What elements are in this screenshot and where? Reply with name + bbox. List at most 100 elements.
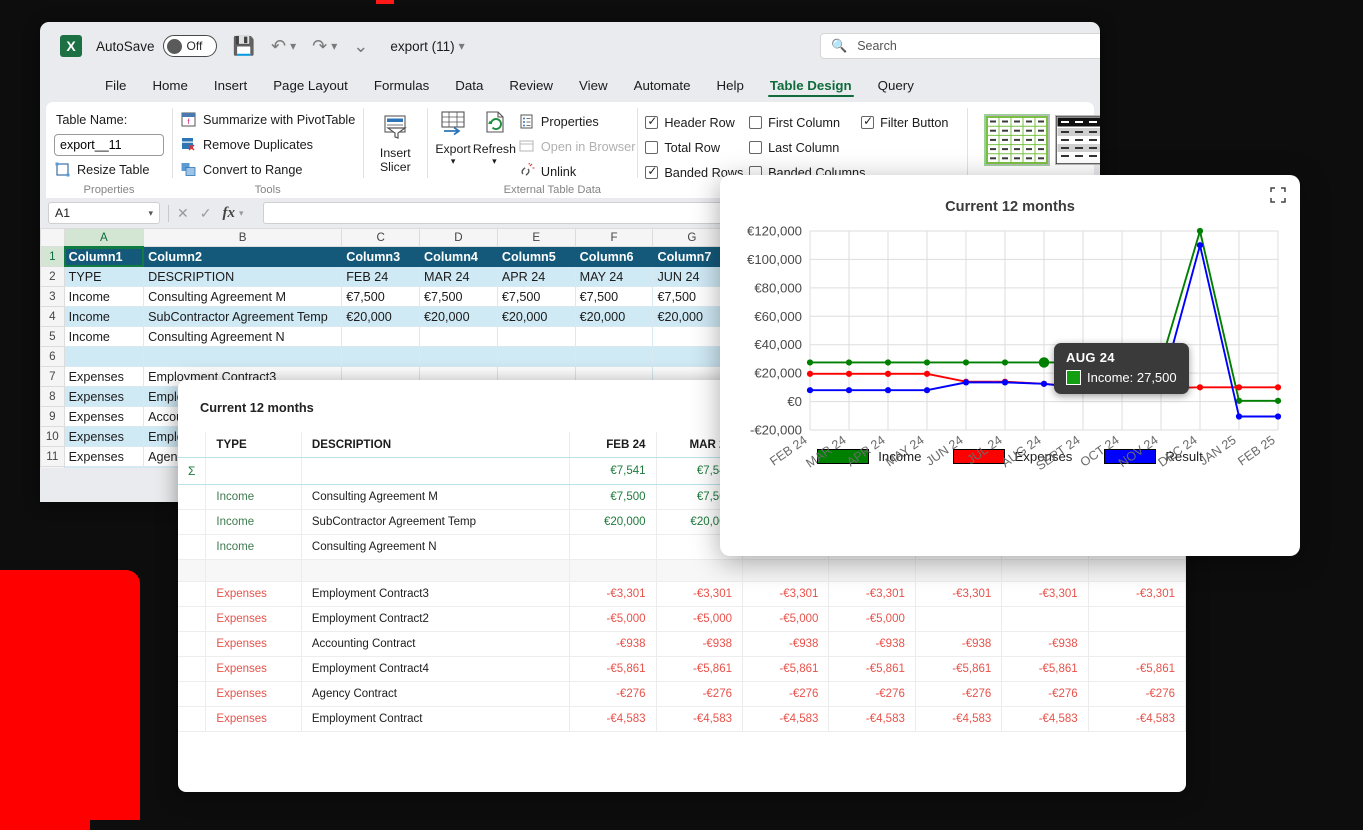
row-header-5[interactable]: 5 — [40, 326, 65, 347]
cell-F3[interactable]: €7,500 — [574, 286, 654, 307]
cell-E5[interactable] — [496, 326, 576, 347]
cell-D1[interactable]: Column4 — [419, 246, 498, 267]
document-title-dropdown-icon[interactable]: ▾ — [459, 39, 465, 53]
col-header-D[interactable]: D — [419, 228, 498, 247]
unlink-label[interactable]: Unlink — [541, 165, 576, 179]
expand-fullscreen-icon[interactable] — [1270, 187, 1286, 203]
tab-formulas[interactable]: Formulas — [361, 76, 442, 98]
banded-rows-checkbox[interactable] — [645, 164, 659, 179]
cell-C2[interactable]: FEB 24 — [341, 266, 421, 287]
tab-page-layout[interactable]: Page Layout — [260, 76, 361, 98]
redo-dropdown-icon[interactable]: ▾ — [331, 39, 337, 53]
tab-data[interactable]: Data — [442, 76, 496, 98]
table-name-input[interactable] — [54, 133, 164, 156]
cell-A7[interactable]: Expenses — [63, 366, 145, 387]
cell-D6[interactable] — [419, 346, 498, 367]
cell-B5[interactable]: Consulting Agreement N — [143, 326, 343, 347]
tab-review[interactable]: Review — [496, 76, 566, 98]
cell-C6[interactable] — [341, 346, 421, 367]
redo-icon[interactable]: ↷ — [312, 36, 327, 57]
cell-A10[interactable]: Expenses — [63, 426, 145, 447]
cell-A5[interactable]: Income — [63, 326, 145, 347]
cell-F2[interactable]: MAY 24 — [574, 266, 654, 287]
header-row-checkbox[interactable] — [645, 114, 659, 129]
select-all-corner[interactable] — [40, 228, 65, 247]
row-header-9[interactable]: 9 — [40, 406, 65, 427]
cell-C4[interactable]: €20,000 — [341, 306, 421, 327]
row-header-3[interactable]: 3 — [40, 286, 65, 307]
cell-D3[interactable]: €7,500 — [419, 286, 498, 307]
cell-E2[interactable]: APR 24 — [496, 266, 576, 287]
cell-B3[interactable]: Consulting Agreement M — [143, 286, 343, 307]
col-header-C[interactable]: C — [341, 228, 421, 247]
cell-F6[interactable] — [574, 346, 654, 367]
table-style-thumb-green[interactable] — [984, 114, 1051, 166]
tab-automate[interactable]: Automate — [621, 76, 704, 98]
cell-A12[interactable]: Expenses — [63, 466, 145, 468]
table-properties-label[interactable]: Properties — [541, 115, 599, 129]
cell-B2[interactable]: DESCRIPTION — [143, 266, 343, 287]
col-header-E[interactable]: E — [496, 228, 576, 247]
col-header-B[interactable]: B — [143, 228, 343, 247]
first-column-checkbox[interactable] — [749, 116, 763, 129]
row-header-8[interactable]: 8 — [40, 386, 65, 407]
cell-C3[interactable]: €7,500 — [341, 286, 421, 307]
cell-C5[interactable] — [341, 326, 421, 347]
search-input[interactable]: 🔍 Search — [820, 33, 1100, 59]
formula-dropdown-icon[interactable]: ▾ — [239, 208, 244, 219]
col-header-F[interactable]: F — [574, 228, 654, 247]
save-icon[interactable]: 💾 — [233, 36, 255, 57]
name-box-dropdown-icon[interactable]: ▾ — [148, 208, 153, 219]
resize-table-label[interactable]: Resize Table — [77, 163, 149, 177]
row-header-2[interactable]: 2 — [40, 266, 65, 287]
tab-home[interactable]: Home — [139, 76, 200, 98]
cell-D4[interactable]: €20,000 — [419, 306, 498, 327]
refresh-button[interactable]: Refresh ▾ — [473, 107, 516, 184]
last-column-checkbox[interactable] — [749, 141, 763, 154]
row-header-11[interactable]: 11 — [40, 446, 65, 467]
cell-E4[interactable]: €20,000 — [496, 306, 576, 327]
tab-file[interactable]: File — [92, 76, 139, 98]
cell-E6[interactable] — [496, 346, 576, 367]
cell-A1[interactable]: Column1 — [63, 246, 145, 267]
cell-B1[interactable]: Column2 — [143, 246, 343, 267]
cell-B6[interactable] — [143, 346, 343, 367]
cancel-icon[interactable]: ✕ — [177, 205, 189, 222]
row-header-1[interactable]: 1 — [40, 246, 65, 267]
row-header-6[interactable]: 6 — [40, 346, 65, 367]
export-dropdown-icon[interactable]: ▾ — [451, 156, 456, 166]
cell-D2[interactable]: MAR 24 — [419, 266, 498, 287]
cell-E1[interactable]: Column5 — [496, 246, 576, 267]
cell-A6[interactable] — [63, 346, 145, 367]
name-box[interactable]: A1 ▾ — [48, 202, 160, 224]
summarize-with-pivottable-label[interactable]: Summarize with PivotTable — [203, 113, 355, 127]
tab-insert[interactable]: Insert — [201, 76, 260, 98]
row-header-4[interactable]: 4 — [40, 306, 65, 327]
cell-A8[interactable]: Expenses — [63, 386, 145, 407]
tab-table-design[interactable]: Table Design — [757, 76, 865, 98]
insert-slicer-button[interactable]: Insert Slicer — [367, 111, 423, 174]
cell-F5[interactable] — [574, 326, 654, 347]
convert-to-range-label[interactable]: Convert to Range — [203, 163, 302, 177]
export-button[interactable]: Export ▾ — [435, 107, 471, 184]
cell-C1[interactable]: Column3 — [341, 246, 421, 267]
autosave-toggle[interactable]: Off — [162, 35, 217, 57]
undo-icon[interactable]: ↶ — [271, 36, 286, 57]
total-row-checkbox[interactable] — [645, 141, 659, 154]
row-header-10[interactable]: 10 — [40, 426, 65, 447]
cell-A2[interactable]: TYPE — [63, 266, 145, 287]
cell-B4[interactable]: SubContractor Agreement Temp — [143, 306, 343, 327]
cell-E3[interactable]: €7,500 — [496, 286, 576, 307]
cell-F1[interactable]: Column6 — [574, 246, 654, 267]
refresh-dropdown-icon[interactable]: ▾ — [492, 156, 497, 166]
cell-A4[interactable]: Income — [63, 306, 145, 327]
row-header-7[interactable]: 7 — [40, 366, 65, 387]
cell-F4[interactable]: €20,000 — [574, 306, 654, 327]
customize-quick-access-icon[interactable]: ⌄ — [353, 36, 368, 57]
tab-query[interactable]: Query — [865, 76, 927, 98]
enter-icon[interactable]: ✓ — [200, 205, 212, 222]
tab-view[interactable]: View — [566, 76, 621, 98]
tab-help[interactable]: Help — [704, 76, 757, 98]
filter-button-checkbox[interactable] — [861, 114, 875, 129]
cell-A9[interactable]: Expenses — [63, 406, 145, 427]
